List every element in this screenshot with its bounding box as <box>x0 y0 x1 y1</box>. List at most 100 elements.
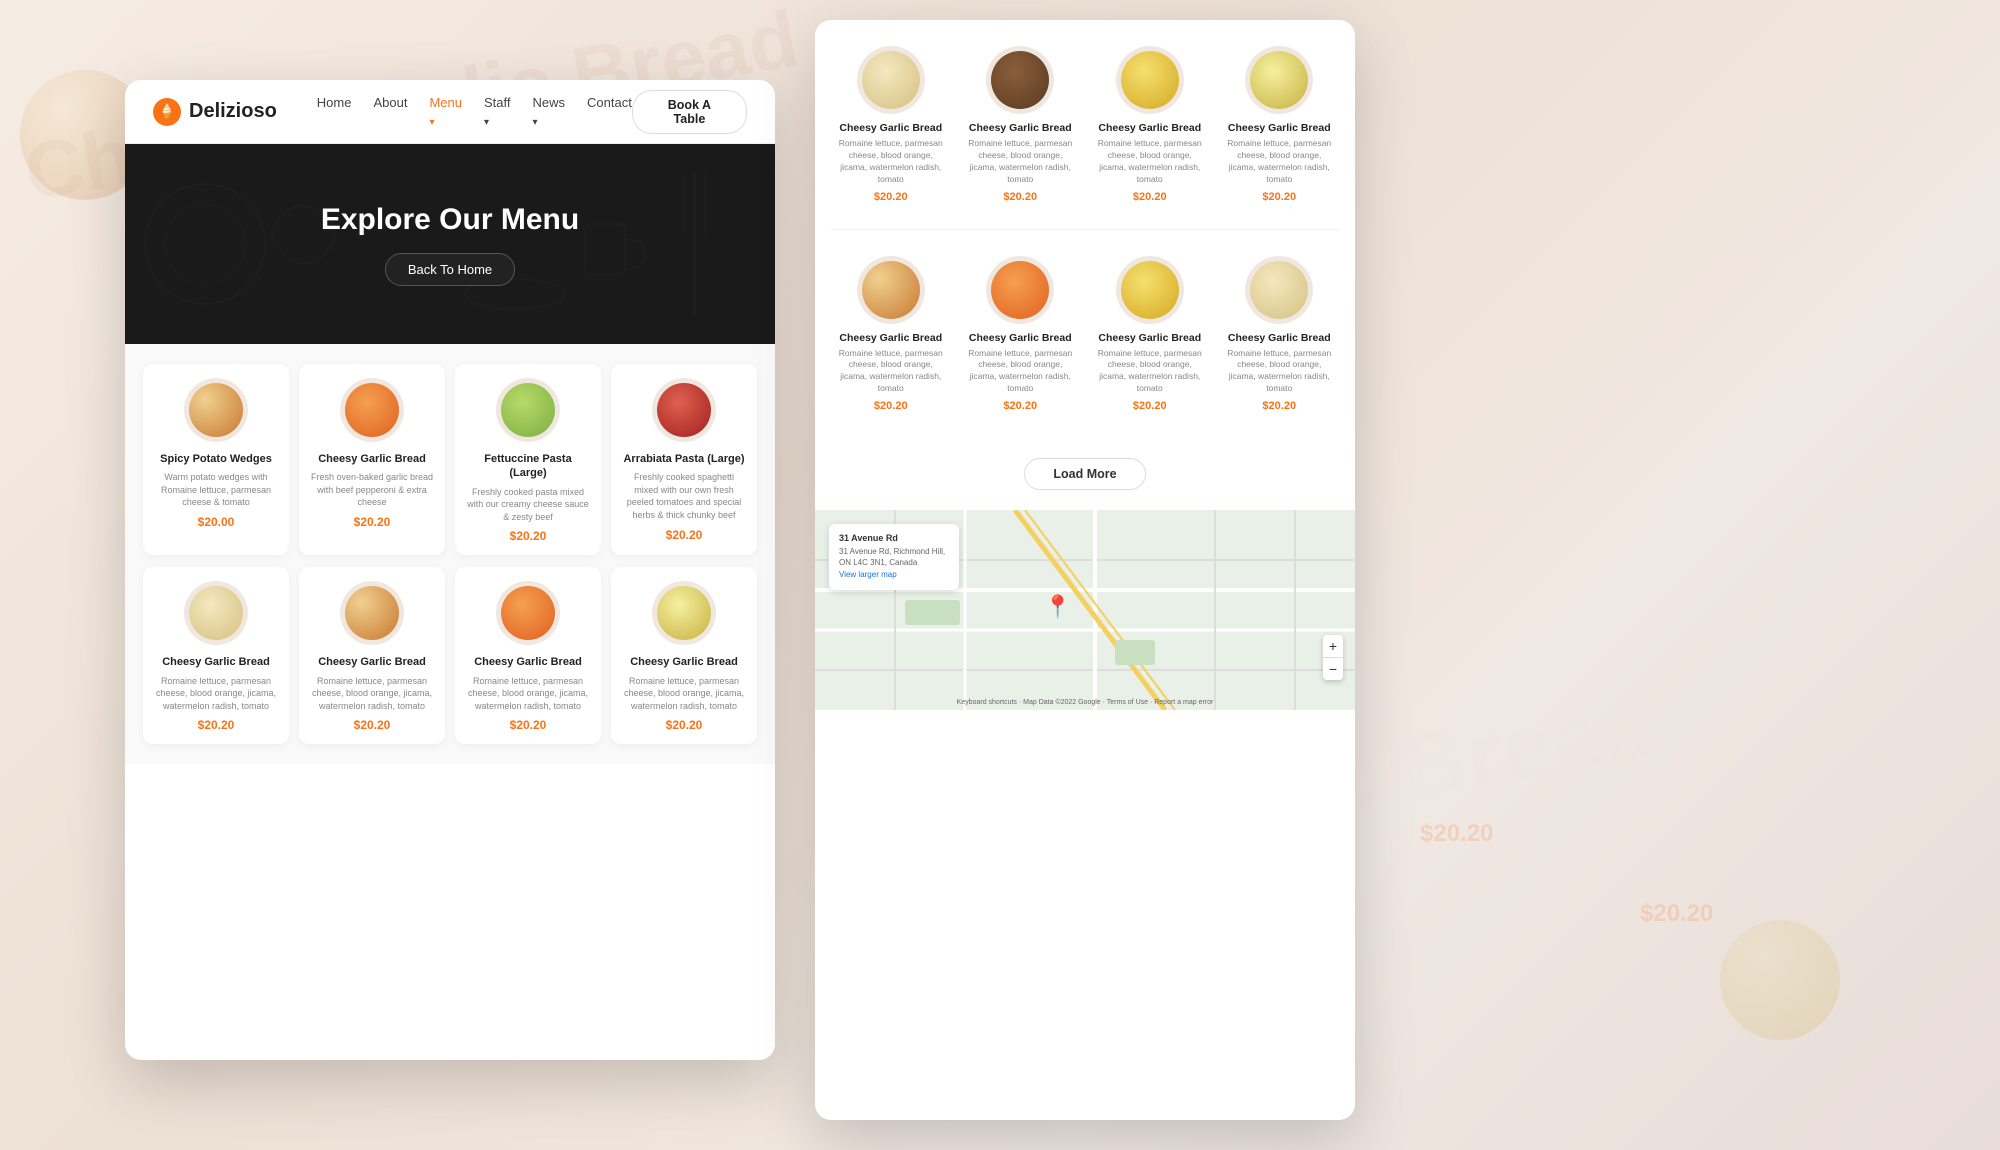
right-menu-item-name-4: Cheesy Garlic Bread <box>837 332 945 344</box>
right-card: Cheesy Garlic Bread Romaine lettuce, par… <box>815 20 1355 1120</box>
menu-item-3: Arrabiata Pasta (Large) Freshly cooked s… <box>611 364 757 555</box>
nav-link-staff[interactable]: Staff <box>484 95 511 128</box>
right-menu-item-name-3: Cheesy Garlic Bread <box>1226 122 1334 134</box>
right-menu-grid-top: Cheesy Garlic Bread Romaine lettuce, par… <box>815 20 1355 229</box>
right-menu-item-img-2 <box>1116 46 1184 114</box>
menu-item-desc-4: Romaine lettuce, parmesan cheese, blood … <box>153 675 279 713</box>
nav-item-contact[interactable]: Contact <box>587 94 632 130</box>
logo-icon: 🍦 <box>153 98 181 126</box>
book-table-button[interactable]: Book A Table <box>632 90 747 134</box>
menu-item-desc-1: Fresh oven-baked garlic bread with beef … <box>309 471 435 509</box>
map-zoom-controls: + − <box>1323 635 1343 680</box>
menu-item-7: Cheesy Garlic Bread Romaine lettuce, par… <box>611 567 757 744</box>
right-menu-item-img-4 <box>857 256 925 324</box>
right-menu-item-name-2: Cheesy Garlic Bread <box>1096 122 1204 134</box>
menu-item-5: Cheesy Garlic Bread Romaine lettuce, par… <box>299 567 445 744</box>
hero-title: Explore Our Menu <box>321 203 579 237</box>
nav-item-home[interactable]: Home <box>317 94 352 130</box>
map-zoom-out[interactable]: − <box>1323 658 1343 680</box>
menu-item-desc-2: Freshly cooked pasta mixed with our crea… <box>465 486 591 524</box>
right-menu-item-name-6: Cheesy Garlic Bread <box>1096 332 1204 344</box>
menu-item-desc-6: Romaine lettuce, parmesan cheese, blood … <box>465 675 591 713</box>
nav-link-news[interactable]: News <box>533 95 566 128</box>
right-menu-item-name-0: Cheesy Garlic Bread <box>837 122 945 134</box>
right-menu-grid-bottom: Cheesy Garlic Bread Romaine lettuce, par… <box>815 230 1355 439</box>
menu-item-desc-5: Romaine lettuce, parmesan cheese, blood … <box>309 675 435 713</box>
menu-item-2: Fettuccine Pasta (Large) Freshly cooked … <box>455 364 601 555</box>
navbar: 🍦 Delizioso Home About Menu Staff News C… <box>125 80 775 144</box>
menu-item-name-3: Arrabiata Pasta (Large) <box>621 452 747 466</box>
menu-item-img-5 <box>340 581 404 645</box>
logo-text: Delizioso <box>189 100 277 123</box>
nav-link-contact[interactable]: Contact <box>587 95 632 110</box>
right-menu-item-desc-7: Romaine lettuce, parmesan cheese, blood … <box>1226 348 1334 396</box>
menu-section: Spicy Potato Wedges Warm potato wedges w… <box>125 344 775 764</box>
right-menu-item-desc-0: Romaine lettuce, parmesan cheese, blood … <box>837 138 945 186</box>
right-menu-item-price-5: $20.20 <box>967 400 1075 412</box>
nav-item-staff[interactable]: Staff <box>484 94 511 130</box>
right-menu-item-price-7: $20.20 <box>1226 400 1334 412</box>
nav-item-menu[interactable]: Menu <box>429 94 462 130</box>
menu-item-name-0: Spicy Potato Wedges <box>153 452 279 466</box>
right-menu-item-4: Cheesy Garlic Bread Romaine lettuce, par… <box>831 246 951 423</box>
right-menu-item-1: Cheesy Garlic Bread Romaine lettuce, par… <box>961 36 1081 213</box>
load-more-button[interactable]: Load More <box>1024 458 1145 490</box>
menu-item-1: Cheesy Garlic Bread Fresh oven-baked gar… <box>299 364 445 555</box>
nav-link-about[interactable]: About <box>373 95 407 110</box>
menu-item-name-5: Cheesy Garlic Bread <box>309 655 435 669</box>
map-attribution: Keyboard shortcuts · Map Data ©2022 Goog… <box>957 699 1214 706</box>
nav-link-menu[interactable]: Menu <box>429 95 462 128</box>
menu-item-price-2: $20.20 <box>465 529 591 543</box>
map-view-link[interactable]: View larger map <box>839 570 897 579</box>
map-zoom-in[interactable]: + <box>1323 635 1343 657</box>
menu-item-price-3: $20.20 <box>621 528 747 542</box>
menu-item-img-4 <box>184 581 248 645</box>
menu-item-img-0 <box>184 378 248 442</box>
right-menu-item-price-3: $20.20 <box>1226 191 1334 203</box>
menu-item-img-7 <box>652 581 716 645</box>
menu-item-img-2 <box>496 378 560 442</box>
right-menu-item-0: Cheesy Garlic Bread Romaine lettuce, par… <box>831 36 951 213</box>
menu-item-0: Spicy Potato Wedges Warm potato wedges w… <box>143 364 289 555</box>
menu-item-price-4: $20.20 <box>153 718 279 732</box>
right-menu-item-6: Cheesy Garlic Bread Romaine lettuce, par… <box>1090 246 1210 423</box>
menu-item-name-6: Cheesy Garlic Bread <box>465 655 591 669</box>
right-menu-item-desc-6: Romaine lettuce, parmesan cheese, blood … <box>1096 348 1204 396</box>
menu-item-desc-3: Freshly cooked spaghetti mixed with our … <box>621 471 747 521</box>
map-info-box: 31 Avenue Rd 31 Avenue Rd, Richmond Hill… <box>829 524 959 589</box>
menu-item-desc-0: Warm potato wedges with Romaine lettuce,… <box>153 471 279 509</box>
right-menu-item-desc-5: Romaine lettuce, parmesan cheese, blood … <box>967 348 1075 396</box>
right-menu-item-3: Cheesy Garlic Bread Romaine lettuce, par… <box>1220 36 1340 213</box>
right-menu-item-name-5: Cheesy Garlic Bread <box>967 332 1075 344</box>
left-card: 🍦 Delizioso Home About Menu Staff News C… <box>125 80 775 1060</box>
map-address-title: 31 Avenue Rd <box>839 532 949 546</box>
right-menu-item-desc-4: Romaine lettuce, parmesan cheese, blood … <box>837 348 945 396</box>
nav-link-home[interactable]: Home <box>317 95 352 110</box>
right-menu-item-img-6 <box>1116 256 1184 324</box>
menu-item-price-6: $20.20 <box>465 718 591 732</box>
right-menu-item-desc-2: Romaine lettuce, parmesan cheese, blood … <box>1096 138 1204 186</box>
right-menu-item-img-7 <box>1245 256 1313 324</box>
menu-item-img-1 <box>340 378 404 442</box>
menu-item-name-2: Fettuccine Pasta (Large) <box>465 452 591 481</box>
menu-item-price-1: $20.20 <box>309 515 435 529</box>
right-menu-item-img-3 <box>1245 46 1313 114</box>
right-menu-item-price-6: $20.20 <box>1096 400 1204 412</box>
nav-item-news[interactable]: News <box>533 94 566 130</box>
menu-item-name-1: Cheesy Garlic Bread <box>309 452 435 466</box>
right-menu-item-7: Cheesy Garlic Bread Romaine lettuce, par… <box>1220 246 1340 423</box>
menu-item-price-5: $20.20 <box>309 718 435 732</box>
nav-item-about[interactable]: About <box>373 94 407 130</box>
map-container: 📍 31 Avenue Rd 31 Avenue Rd, Richmond Hi… <box>815 510 1355 710</box>
map-pin: 📍 <box>1044 594 1071 620</box>
right-menu-item-desc-3: Romaine lettuce, parmesan cheese, blood … <box>1226 138 1334 186</box>
menu-item-img-6 <box>496 581 560 645</box>
back-to-home-button[interactable]: Back To Home <box>385 253 515 286</box>
right-menu-item-price-0: $20.20 <box>837 191 945 203</box>
nav-links: Home About Menu Staff News Contact <box>317 94 632 130</box>
bg-food-2 <box>1700 900 1900 1100</box>
right-menu-item-img-5 <box>986 256 1054 324</box>
menu-item-name-7: Cheesy Garlic Bread <box>621 655 747 669</box>
menu-item-img-3 <box>652 378 716 442</box>
right-menu-item-price-4: $20.20 <box>837 400 945 412</box>
